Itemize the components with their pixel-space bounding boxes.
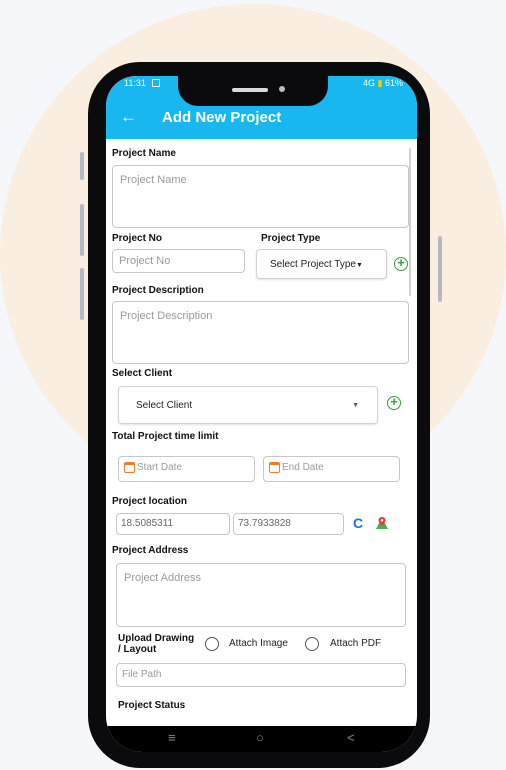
project-description-input[interactable]: Project Description xyxy=(112,301,409,364)
battery-level: 61% xyxy=(384,78,403,88)
scrollbar[interactable] xyxy=(409,148,411,296)
notification-icon xyxy=(152,79,160,87)
map-location-icon[interactable] xyxy=(375,516,389,530)
phone-screen: 11:31 4G ▮ 61% ← Add New Project Project… xyxy=(106,76,417,752)
chevron-down-icon: ▼ xyxy=(352,402,359,409)
project-no-input[interactable]: Project No xyxy=(112,249,245,273)
app-bar: 11:31 4G ▮ 61% ← Add New Project xyxy=(106,76,417,139)
time-limit-label: Total Project time limit xyxy=(112,431,219,442)
calendar-icon xyxy=(269,462,280,473)
location-label: Project location xyxy=(112,496,188,507)
phone-side-button xyxy=(80,268,84,320)
add-client-icon[interactable]: + xyxy=(387,395,401,410)
calendar-icon xyxy=(124,462,135,473)
menu-icon[interactable]: ≡ xyxy=(168,731,176,745)
nav-back-icon[interactable]: < xyxy=(347,731,355,745)
latitude-input[interactable]: 18.5085311 xyxy=(116,513,230,535)
attach-pdf-label[interactable]: Attach PDF xyxy=(330,638,381,649)
attach-image-label[interactable]: Attach Image xyxy=(229,638,288,649)
project-address-label: Project Address xyxy=(112,545,189,556)
camera-notch xyxy=(178,76,328,106)
phone-side-button xyxy=(80,204,84,256)
attach-pdf-radio[interactable] xyxy=(305,637,319,651)
project-description-label: Project Description xyxy=(112,285,204,296)
upload-label-line2: / Layout xyxy=(118,644,157,655)
battery-icon: ▮ xyxy=(377,78,383,88)
project-name-input[interactable]: Project Name xyxy=(112,165,409,228)
project-type-label: Project Type xyxy=(261,233,321,244)
start-date-placeholder: Start Date xyxy=(137,462,183,474)
add-project-type-icon[interactable]: + xyxy=(394,256,408,271)
project-type-value: Select Project Type xyxy=(270,259,356,270)
page-title: Add New Project xyxy=(162,109,282,126)
front-camera xyxy=(279,86,285,92)
client-dropdown[interactable]: Select Client ▼ xyxy=(118,386,378,424)
project-type-dropdown[interactable]: Select Project Type▼ xyxy=(256,249,387,279)
project-address-input[interactable]: Project Address xyxy=(116,563,406,627)
status-indicators: 4G ▮ 61% xyxy=(363,78,403,89)
system-nav-bar: ≡ ○ < xyxy=(106,726,417,752)
chevron-down-icon: ▼ xyxy=(355,262,363,269)
project-status-label: Project Status xyxy=(118,700,186,711)
status-time: 11:31 xyxy=(124,78,146,88)
select-client-label: Select Client xyxy=(112,368,173,379)
client-value: Select Client xyxy=(136,400,193,411)
longitude-input[interactable]: 73.7933828 xyxy=(233,513,344,535)
attach-image-radio[interactable] xyxy=(205,637,219,651)
end-date-placeholder: End Date xyxy=(282,462,324,474)
file-path-input[interactable]: File Path xyxy=(116,663,406,687)
phone-side-button xyxy=(438,236,442,302)
signal-icon: 4G xyxy=(362,78,375,88)
project-no-label: Project No xyxy=(112,233,163,244)
project-name-label: Project Name xyxy=(112,148,176,159)
upload-drawing-label: Upload Drawing / Layout xyxy=(118,633,194,655)
end-date-input[interactable]: End Date xyxy=(263,456,400,482)
start-date-input[interactable]: Start Date xyxy=(118,456,255,482)
phone-side-button xyxy=(80,152,84,180)
upload-label-line1: Upload Drawing xyxy=(118,633,195,644)
speaker-grille xyxy=(232,88,268,92)
refresh-location-icon[interactable]: C xyxy=(353,515,363,531)
back-arrow-icon[interactable]: ← xyxy=(120,107,137,127)
home-icon[interactable]: ○ xyxy=(256,731,264,745)
